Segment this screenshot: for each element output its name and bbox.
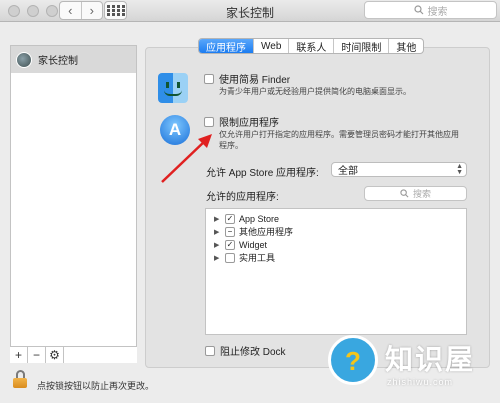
search-icon (400, 189, 409, 198)
avatar (16, 51, 32, 68)
limit-apps-desc-line2: 程序。 (219, 141, 243, 150)
watermark-logo-icon: ? (328, 335, 378, 385)
user-list-buttons: + − ⚙ (10, 346, 137, 363)
tab-web[interactable]: Web (254, 39, 290, 53)
tab-applications[interactable]: 应用程序 (199, 39, 254, 53)
limit-apps-option[interactable]: 限制应用程序 (204, 114, 279, 129)
allowed-apps-label: 允许的应用程序: (206, 192, 279, 203)
user-list-item[interactable]: 家长控制 (11, 46, 136, 73)
allowed-apps-list: ▶ ✓ App Store ▶ − 其他应用程序 ▶ ✓ Widget ▶ 实用… (205, 208, 467, 335)
disclosure-triangle-icon[interactable]: ▶ (214, 228, 221, 236)
simple-finder-label: 使用简易 Finder (219, 75, 291, 86)
app-checkbox[interactable]: − (225, 226, 235, 237)
lock-icon[interactable] (13, 370, 27, 388)
dock-option[interactable]: 阻止修改 Dock (205, 343, 286, 358)
user-name: 家长控制 (38, 56, 78, 67)
watermark: ? 知识屋 zhishiwu.com (325, 330, 500, 403)
list-item[interactable]: ▶ 实用工具 (206, 251, 466, 264)
search-placeholder: 搜索 (427, 6, 448, 18)
app-search-input[interactable]: 搜索 (364, 186, 467, 201)
app-store-label: 允许 App Store 应用程序: (206, 168, 319, 179)
list-item[interactable]: ▶ ✓ Widget (206, 238, 466, 251)
simple-finder-option[interactable]: 使用简易 Finder (204, 71, 290, 86)
chevron-updown-icon: ▲ ▼ (456, 163, 463, 176)
watermark-url: zhishiwu.com (387, 377, 454, 387)
app-checkbox[interactable]: ✓ (225, 239, 235, 250)
lock-hint-text: 点按锁按钮以防止再次更改。 (37, 381, 155, 391)
list-item[interactable]: ▶ − 其他应用程序 (206, 225, 466, 238)
app-store-icon: A (160, 115, 190, 145)
finder-icon (158, 73, 188, 103)
app-name: 其他应用程序 (239, 227, 294, 237)
disclosure-triangle-icon[interactable]: ▶ (214, 254, 221, 262)
simple-finder-desc: 为青少年用户或无经验用户提供简化的电脑桌面显示。 (219, 87, 411, 96)
limit-apps-checkbox[interactable] (204, 116, 214, 127)
list-item[interactable]: ▶ ✓ App Store (206, 212, 466, 225)
tab-time-limits[interactable]: 时间限制 (334, 39, 390, 53)
disclosure-triangle-icon[interactable]: ▶ (214, 241, 221, 249)
app-name: 实用工具 (239, 253, 276, 263)
tab-bar: 应用程序 Web 联系人 时间限制 其他 (198, 38, 425, 54)
limit-apps-label: 限制应用程序 (219, 118, 279, 129)
app-name: App Store (239, 213, 280, 224)
watermark-title: 知识屋 (385, 344, 476, 375)
app-checkbox[interactable] (225, 252, 235, 263)
app-name: Widget (239, 239, 268, 250)
gear-icon[interactable]: ⚙ (46, 347, 64, 363)
app-store-selected: 全部 (338, 166, 358, 177)
search-icon (413, 5, 423, 15)
app-store-select[interactable]: 全部 ▲ ▼ (331, 162, 467, 177)
search-input[interactable]: 搜索 (364, 1, 497, 19)
tab-contacts[interactable]: 联系人 (289, 39, 335, 53)
dock-label: 阻止修改 Dock (220, 347, 286, 358)
app-checkbox[interactable]: ✓ (225, 213, 235, 224)
add-user-button[interactable]: + (10, 347, 28, 363)
app-search-placeholder: 搜索 (412, 189, 431, 199)
remove-user-button[interactable]: − (28, 347, 46, 363)
title-bar: ‹ › 家长控制 搜索 (0, 0, 500, 22)
tab-other[interactable]: 其他 (389, 39, 423, 54)
user-list: 家长控制 (10, 45, 137, 363)
limit-apps-desc-line1: 仅允许用户打开指定的应用程序。需要管理员密码才能打开其他应用 (219, 130, 459, 139)
dock-checkbox[interactable] (205, 345, 215, 356)
disclosure-triangle-icon[interactable]: ▶ (214, 215, 221, 223)
simple-finder-checkbox[interactable] (204, 73, 214, 84)
